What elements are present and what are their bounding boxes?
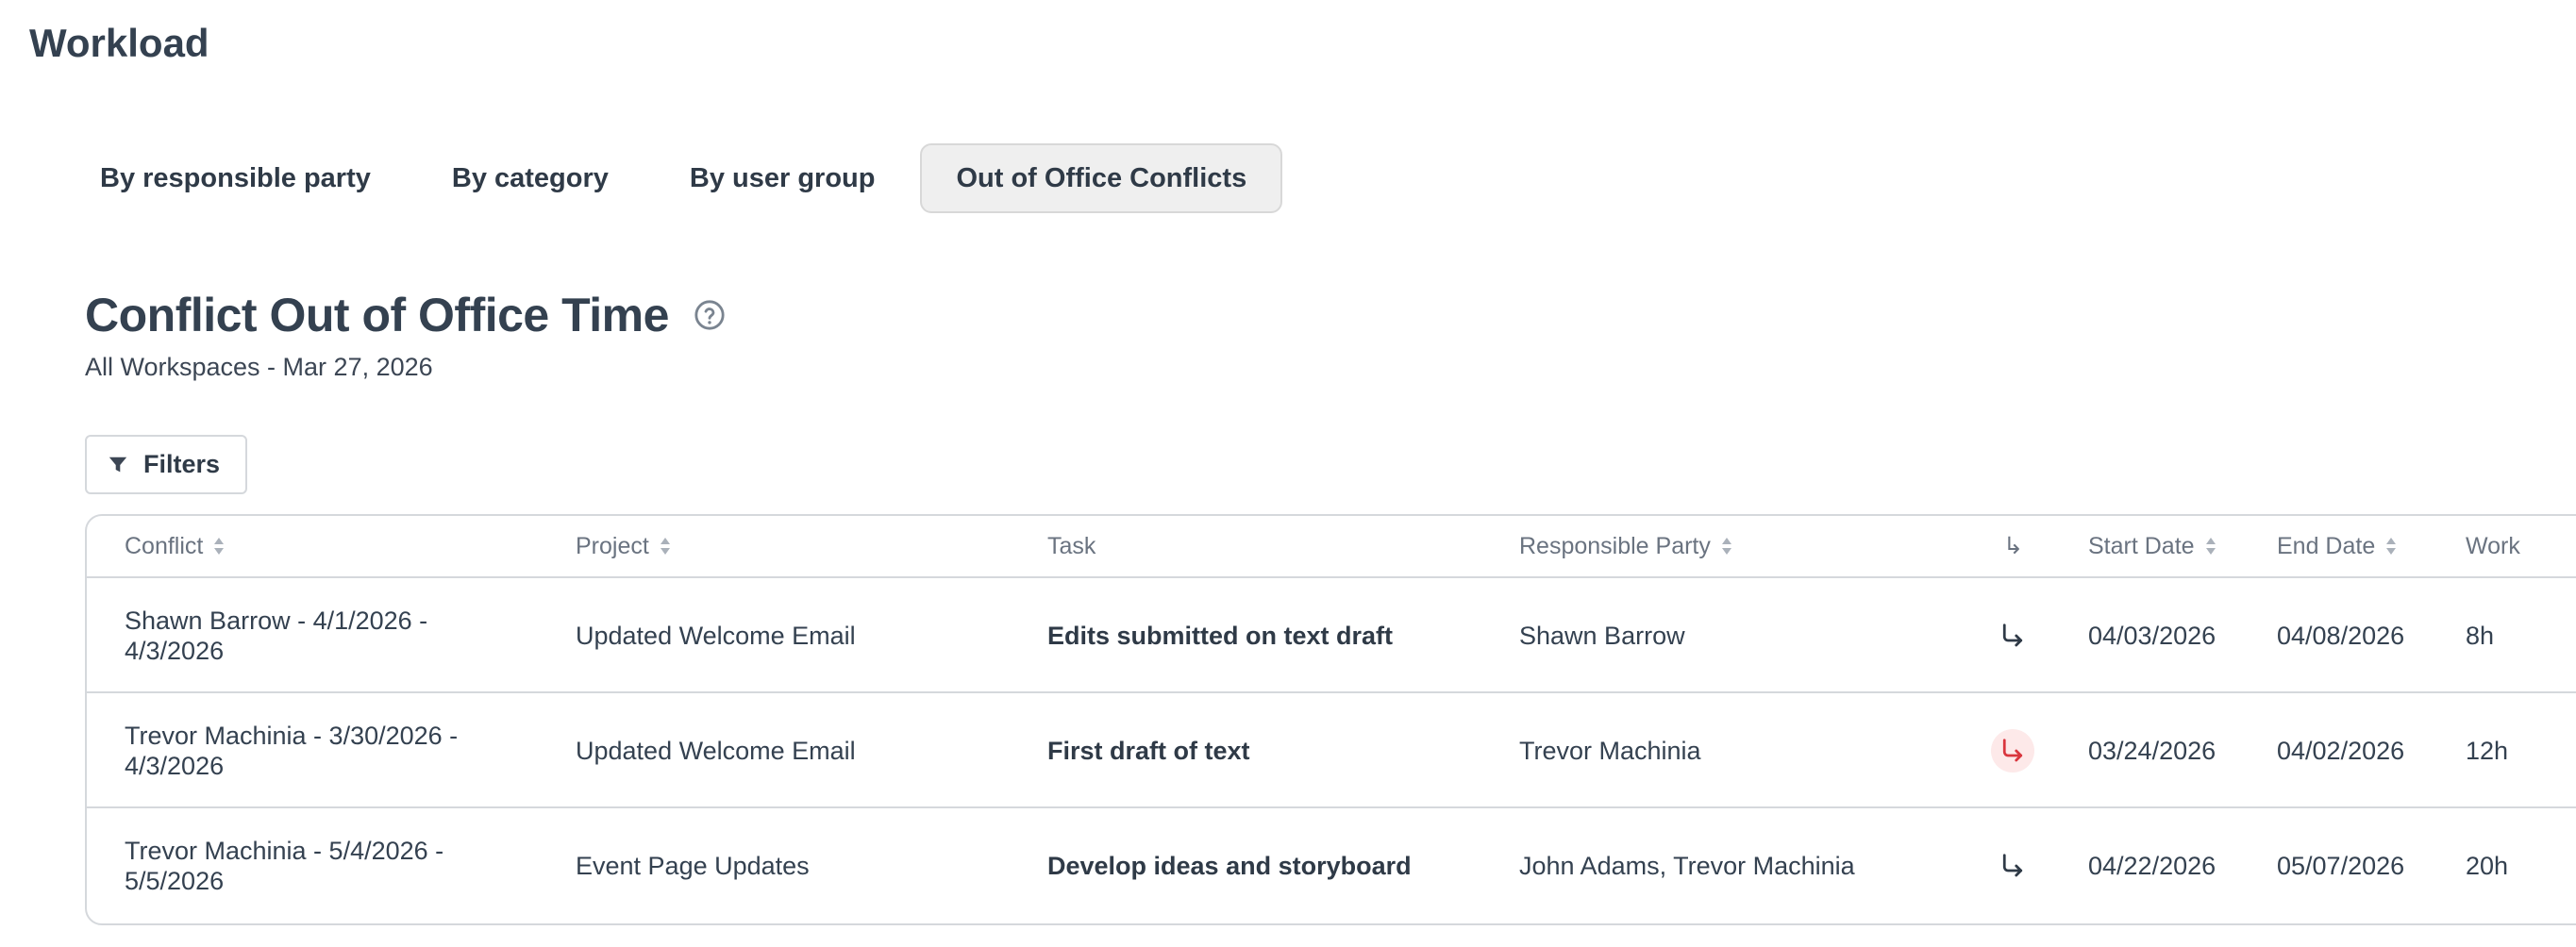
task-link[interactable]: Edits submitted on text draft xyxy=(1047,578,1393,693)
tab-by-user-group[interactable]: By user group xyxy=(654,143,912,213)
tab-out-of-office-conflicts[interactable]: Out of Office Conflicts xyxy=(920,143,1283,213)
table-row[interactable]: Trevor Machinia - 3/30/2026 - 4/3/2026 U… xyxy=(87,693,2576,808)
start-date-cell: 04/03/2026 xyxy=(2088,621,2216,650)
dependency-arrow-icon xyxy=(2002,623,2023,647)
project-cell: Updated Welcome Email xyxy=(576,736,856,765)
dependency-button[interactable] xyxy=(1991,614,2034,657)
col-header-label: Task xyxy=(1047,532,1096,559)
sort-icon xyxy=(2205,538,2216,555)
start-date-cell: 04/22/2026 xyxy=(2088,851,2216,880)
dependency-conflict-button[interactable] xyxy=(1991,729,2034,773)
col-header-project[interactable]: Project xyxy=(576,516,672,576)
work-cell: 8h xyxy=(2466,621,2495,650)
col-header-task: Task xyxy=(1047,516,1096,576)
sort-icon xyxy=(1721,538,1731,555)
task-link[interactable]: Develop ideas and storyboard xyxy=(1047,808,1412,923)
start-date-cell: 03/24/2026 xyxy=(2088,736,2216,765)
work-cell: 12h xyxy=(2466,736,2509,765)
col-header-label: Responsible Party xyxy=(1519,532,1711,559)
dependency-arrow-icon xyxy=(2002,854,2023,877)
end-date-cell: 04/02/2026 xyxy=(2277,736,2405,765)
question-circle-icon[interactable] xyxy=(694,299,726,331)
end-date-cell: 04/08/2026 xyxy=(2277,621,2405,650)
table-row[interactable]: Trevor Machinia - 5/4/2026 - 5/5/2026 Ev… xyxy=(87,808,2576,923)
responsible-party-cell: Shawn Barrow xyxy=(1519,621,1685,650)
col-header-conflict[interactable]: Conflict xyxy=(125,516,226,576)
filters-label: Filters xyxy=(143,450,221,478)
table-row[interactable]: Shawn Barrow - 4/1/2026 - 4/3/2026 Updat… xyxy=(87,578,2576,693)
conflicts-table: Conflict Project Task Responsible Party … xyxy=(85,514,2576,925)
conflict-cell: Trevor Machinia - 5/4/2026 - 5/5/2026 xyxy=(125,837,444,895)
col-header-label: Start Date xyxy=(2088,532,2195,559)
col-header-label: Project xyxy=(576,532,649,559)
task-link[interactable]: First draft of text xyxy=(1047,693,1250,808)
conflict-cell: Shawn Barrow - 4/1/2026 - 4/3/2026 xyxy=(125,606,428,665)
table-header: Conflict Project Task Responsible Party … xyxy=(87,516,2576,578)
dependency-arrow-icon xyxy=(2002,739,2023,762)
col-header-label: Work xyxy=(2466,532,2520,559)
dependency-button[interactable] xyxy=(1991,844,2034,888)
responsible-party-cell: John Adams, Trevor Machinia xyxy=(1519,851,1855,880)
col-header-end-date[interactable]: End Date xyxy=(2277,516,2398,576)
work-cell: 20h xyxy=(2466,851,2509,880)
sort-icon xyxy=(2386,538,2397,555)
tab-by-responsible-party[interactable]: By responsible party xyxy=(64,143,407,213)
view-tabs: By responsible party By category By user… xyxy=(64,143,1283,213)
project-cell: Updated Welcome Email xyxy=(576,621,856,650)
col-header-label: Conflict xyxy=(125,532,204,559)
conflict-cell: Trevor Machinia - 3/30/2026 - 4/3/2026 xyxy=(125,722,459,780)
sort-icon xyxy=(660,538,670,555)
page-title: Workload xyxy=(29,21,209,65)
responsible-party-cell: Trevor Machinia xyxy=(1519,736,1701,765)
col-header-dependency: ↳ xyxy=(2003,516,2023,576)
filters-button[interactable]: Filters xyxy=(85,435,247,494)
section-header: Conflict Out of Office Time xyxy=(85,288,726,342)
col-header-responsible-party[interactable]: Responsible Party xyxy=(1519,516,1733,576)
section-title: Conflict Out of Office Time xyxy=(85,289,669,341)
tab-by-category[interactable]: By category xyxy=(416,143,644,213)
end-date-cell: 05/07/2026 xyxy=(2277,851,2405,880)
dependency-arrow-icon: ↳ xyxy=(2003,533,2023,559)
col-header-label: End Date xyxy=(2277,532,2376,559)
project-cell: Event Page Updates xyxy=(576,851,810,880)
sort-icon xyxy=(214,538,225,555)
filter-funnel-icon xyxy=(109,457,127,472)
section-subtitle: All Workspaces - Mar 27, 2026 xyxy=(85,353,433,381)
col-header-start-date[interactable]: Start Date xyxy=(2088,516,2217,576)
col-header-work: Work xyxy=(2466,516,2520,576)
